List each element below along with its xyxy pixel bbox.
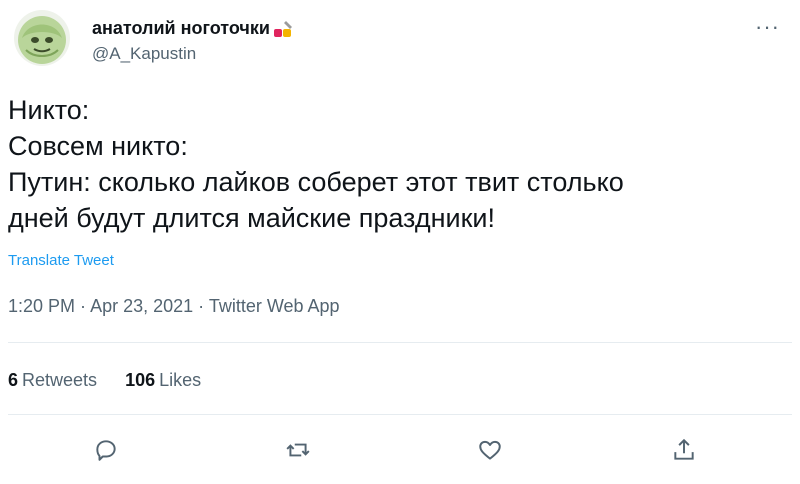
avatar[interactable] (14, 10, 70, 66)
tweet-text: Никто: Совсем никто: Путин: сколько лайк… (8, 92, 788, 236)
reply-icon (96, 440, 116, 461)
share-button[interactable] (666, 432, 702, 468)
likes-stat[interactable]: 106 Likes (125, 370, 201, 391)
display-name-row[interactable]: анатолий ноготочки (92, 18, 296, 39)
tweet-line: Совсем никто: (8, 131, 188, 161)
retweets-label: Retweets (22, 370, 98, 390)
more-options-icon[interactable]: ··· (755, 16, 780, 38)
retweet-button[interactable] (280, 432, 316, 468)
retweet-icon (286, 443, 310, 457)
retweets-count: 6 (8, 370, 19, 390)
share-icon (674, 438, 694, 460)
retweets-stat[interactable]: 6 Retweets (8, 370, 97, 391)
meta-separator: · (193, 296, 209, 316)
likes-count: 106 (125, 370, 156, 390)
divider (8, 414, 792, 415)
meta-separator: · (75, 296, 91, 316)
cabbage-avatar-icon (18, 16, 66, 64)
nail-polish-emoji-icon (273, 20, 292, 37)
like-button[interactable] (472, 432, 508, 468)
tweet-date[interactable]: Apr 23, 2021 (90, 296, 193, 316)
tweet-line: Никто: (8, 95, 90, 125)
tweet-line: Путин: сколько лайков соберет этот твит … (8, 167, 624, 197)
display-name[interactable]: анатолий ноготочки (92, 18, 270, 39)
tweet-actions (0, 424, 800, 472)
tweet-stats: 6 Retweets 106 Likes (8, 370, 201, 391)
tweet-time[interactable]: 1:20 PM (8, 296, 75, 316)
user-handle[interactable]: @A_Kapustin (92, 44, 196, 64)
translate-tweet-link[interactable]: Translate Tweet (8, 252, 114, 269)
reply-button[interactable] (88, 432, 124, 468)
tweet-metadata: 1:20 PM · Apr 23, 2021 · Twitter Web App (8, 296, 340, 317)
divider (8, 342, 792, 343)
likes-label: Likes (159, 370, 202, 390)
tweet-line: дней будут длится майские праздники! (8, 203, 495, 233)
heart-icon (479, 440, 501, 460)
tweet-header: анатолий ноготочки @A_Kapustin ··· (14, 10, 786, 70)
tweet-source[interactable]: Twitter Web App (209, 296, 340, 316)
